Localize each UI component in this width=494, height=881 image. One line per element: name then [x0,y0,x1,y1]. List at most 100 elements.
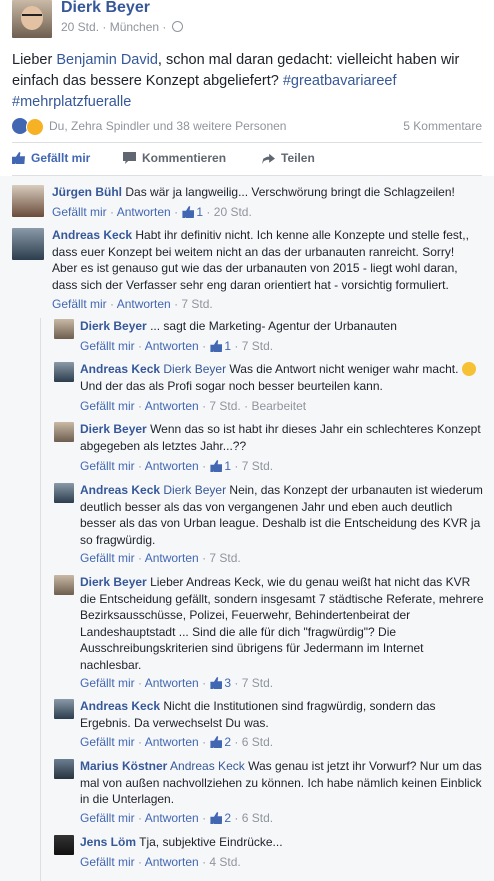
reply-text: ... sagt die Marketing- Agentur der Urba… [150,319,397,333]
reply-mention[interactable]: Dierk Beyer [163,483,226,497]
like-count[interactable]: 3 [224,676,231,690]
reply-time[interactable]: 7 Std. [242,339,273,353]
reply-link[interactable]: Antworten [145,811,199,825]
like-link[interactable]: Gefällt mir [80,676,135,690]
like-link[interactable]: Gefällt mir [80,459,135,473]
like-link[interactable]: Gefällt mir [80,399,135,413]
reply-time[interactable]: 7 Std. [209,551,240,565]
thumbs-up-icon [210,460,223,472]
like-link[interactable]: Gefällt mir [80,339,135,353]
reply-link[interactable]: Antworten [145,676,199,690]
reaction-names[interactable]: Du, Zehra Spindler und 38 weitere Person… [49,119,286,133]
avatar[interactable] [12,185,44,217]
post-text: Lieber Benjamin David, schon mal daran g… [12,52,460,110]
like-count[interactable]: 1 [196,205,203,219]
thread-line [40,318,41,881]
comment-actions: Gefällt mir · Antworten · 7 Std. [52,297,213,311]
reply-actions: Gefällt mir · Antworten · 7 Std. [80,551,241,565]
post-header: Dierk Beyer 20 Std. · München · [0,0,494,44]
post-time[interactable]: 20 Std. [61,20,99,34]
like-count[interactable]: 2 [224,735,231,749]
reply-author[interactable]: Marius Köstner [80,759,167,773]
reply-text: Lieber Andreas Keck, wie du genau weißt … [80,575,484,672]
reply-time[interactable]: 7 Std. [242,676,273,690]
thumbs-up-icon [210,736,223,748]
like-button[interactable]: Gefällt mir [12,151,90,165]
like-link[interactable]: Gefällt mir [80,735,135,749]
reply-actions: Gefällt mir · Antworten · 2 · 6 Std. [80,811,274,825]
comment-time[interactable]: 20 Std. [214,205,252,219]
share-button[interactable]: Teilen [262,151,315,165]
action-bar: Gefällt mir Kommentieren Teilen [12,150,482,168]
avatar[interactable] [54,575,74,595]
avatar[interactable] [54,759,74,779]
reply-text: Tja, subjektive Eindrücke... [139,835,283,849]
reply-mention[interactable]: Andreas Keck [170,759,245,773]
mention-link[interactable]: Benjamin David [56,52,158,68]
haha-reaction-icon [26,118,44,136]
avatar[interactable] [54,835,74,855]
like-count[interactable]: 1 [224,339,231,353]
comment-count[interactable]: 5 Kommentare [403,119,482,133]
reply-actions: Gefällt mir · Antworten · 4 Std. [80,855,241,869]
comment-author[interactable]: Andreas Keck [52,228,132,242]
reply-author[interactable]: Jens Löm [80,835,136,849]
reply-actions: Gefällt mir · Antworten · 3 · 7 Std. [80,676,274,690]
post-meta: 20 Std. · München · [61,20,183,34]
comment-author[interactable]: Jürgen Bühl [52,185,122,199]
reply-author[interactable]: Dierk Beyer [80,319,147,333]
author-avatar[interactable] [12,0,52,38]
comment-time[interactable]: 7 Std. [181,297,212,311]
reply-link[interactable]: Antworten [145,855,199,869]
share-icon [262,153,275,164]
reply-time[interactable]: 6 Std. [242,811,273,825]
reply-link[interactable]: Antworten [145,459,199,473]
globe-icon[interactable] [171,21,183,32]
avatar[interactable] [54,362,74,382]
avatar[interactable] [54,422,74,442]
thumbs-up-icon [182,206,195,218]
like-count[interactable]: 2 [224,811,231,825]
post-location[interactable]: München [110,20,159,34]
comment-button[interactable]: Kommentieren [123,151,226,165]
reply-author[interactable]: Andreas Keck [80,699,160,713]
avatar[interactable] [54,483,74,503]
edited-label[interactable]: Bearbeitet [251,399,306,413]
reply-actions: Gefällt mir · Antworten · 2 · 6 Std. [80,735,274,749]
like-count[interactable]: 1 [224,459,231,473]
like-link[interactable]: Gefällt mir [52,205,107,219]
reply-time[interactable]: 7 Std. [209,399,240,413]
reply-link[interactable]: Antworten [117,297,171,311]
reply-actions: Gefällt mir · Antworten · 7 Std. · Bearb… [80,399,307,413]
avatar[interactable] [54,319,74,339]
like-link[interactable]: Gefällt mir [80,855,135,869]
like-link[interactable]: Gefällt mir [80,551,135,565]
like-link[interactable]: Gefällt mir [52,297,107,311]
hashtag-link[interactable]: #mehrplatzfueralle [12,94,131,110]
reply-mention[interactable]: Dierk Beyer [163,362,226,376]
avatar[interactable] [54,699,74,719]
comment-text: Das wär ja langweilig... Verschwörung br… [125,185,455,199]
like-link[interactable]: Gefällt mir [80,811,135,825]
avatar[interactable] [12,228,44,260]
wink-emoji-icon [461,362,476,376]
reply-time[interactable]: 4 Std. [209,855,240,869]
hashtag-link[interactable]: #greatbavariareef [283,73,397,89]
reply-time[interactable]: 7 Std. [242,459,273,473]
reply-text-continued: Und der das als Profi sogar noch besser … [80,378,383,393]
reply-author[interactable]: Andreas Keck [80,483,160,497]
reply-link[interactable]: Antworten [145,735,199,749]
reply-author[interactable]: Dierk Beyer [80,575,147,589]
reply-author[interactable]: Andreas Keck [80,362,160,376]
post-author-name[interactable]: Dierk Beyer [61,0,150,17]
thumbs-up-icon [210,812,223,824]
reply-author[interactable]: Dierk Beyer [80,422,147,436]
thumbs-up-icon [210,677,223,689]
reply-link[interactable]: Antworten [145,551,199,565]
thumbs-up-icon [12,152,25,164]
reply-link[interactable]: Antworten [117,205,171,219]
reply-link[interactable]: Antworten [145,339,199,353]
reply-time[interactable]: 6 Std. [242,735,273,749]
reply-actions: Gefällt mir · Antworten · 1 · 7 Std. [80,339,274,353]
reply-link[interactable]: Antworten [145,399,199,413]
